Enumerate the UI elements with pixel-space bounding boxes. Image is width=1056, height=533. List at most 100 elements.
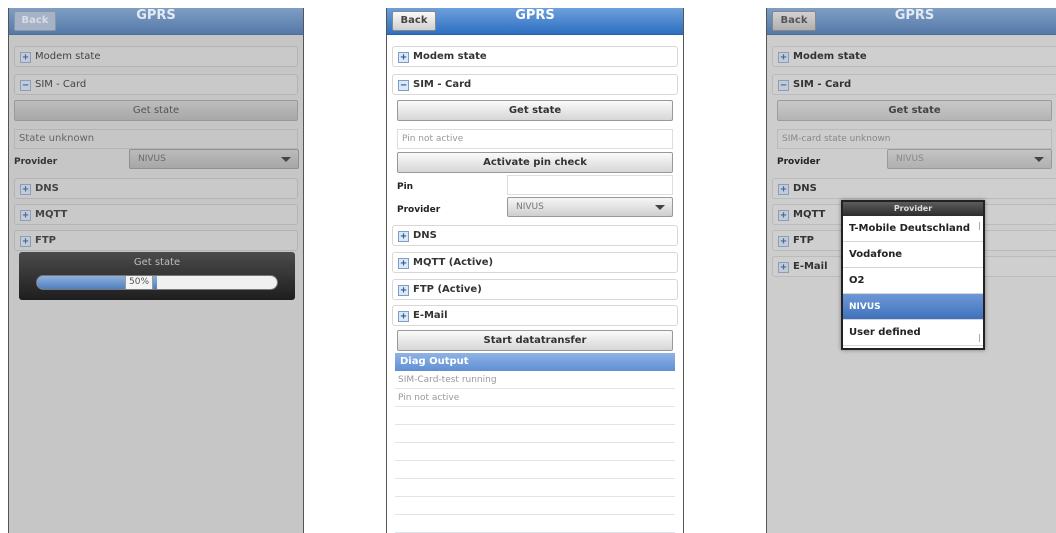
provider-select[interactable]: NIVUS (507, 197, 673, 217)
section-label: Modem state (413, 51, 487, 62)
scrollbar-top (979, 222, 980, 230)
gprs-screen-loading: Back GPRS + Modem state − SIM - Card Get s… (8, 8, 304, 533)
section-label: FTP (793, 235, 814, 246)
scrollbar-bottom (979, 334, 980, 342)
section-modem-state[interactable]: + Modem state (14, 46, 298, 67)
expand-icon: + (20, 184, 31, 195)
page-title: GPRS (515, 8, 555, 23)
section-label: Modem state (793, 51, 867, 62)
pin-label: Pin (397, 182, 414, 192)
get-state-button[interactable]: Get state (14, 100, 298, 121)
section-mqtt[interactable]: + MQTT (Active) (392, 252, 678, 273)
progress-title: Get state (133, 257, 181, 268)
diag-output-header: Diag Output (395, 353, 675, 371)
popup-option[interactable]: Vodafone (843, 242, 983, 268)
section-email[interactable]: + E-Mail (392, 305, 678, 326)
expand-icon: + (398, 258, 409, 269)
provider-label: Provider (397, 205, 441, 215)
pin-status-text: Pin not active (397, 129, 673, 149)
popup-option-selected[interactable]: NIVUS (843, 294, 983, 320)
sim-state-text: SIM-card state unknown (777, 129, 1052, 149)
section-label: Modem state (35, 51, 101, 62)
expand-icon: + (20, 236, 31, 247)
expand-icon: + (778, 236, 789, 247)
section-sim-card[interactable]: − SIM - Card (14, 74, 298, 95)
section-label: FTP (35, 235, 56, 246)
state-text: State unknown (14, 129, 298, 149)
collapse-icon: − (398, 80, 409, 91)
section-sim-card[interactable]: − SIM - Card (772, 74, 1056, 95)
popup-option[interactable]: O2 (843, 268, 983, 294)
diag-line: Pin not active (395, 390, 675, 407)
section-ftp[interactable]: + FTP (14, 230, 298, 251)
header-bar: Back GPRS (387, 8, 683, 35)
section-ftp[interactable]: + FTP (Active) (392, 279, 678, 300)
diag-line (395, 498, 675, 515)
section-modem-state[interactable]: + Modem state (392, 46, 678, 67)
expand-icon: + (20, 210, 31, 221)
diag-line (395, 408, 675, 425)
section-label: SIM - Card (793, 79, 852, 90)
section-dns[interactable]: + DNS (772, 178, 1056, 199)
expand-icon: + (778, 52, 789, 63)
diag-line (395, 480, 675, 497)
diag-line (395, 426, 675, 443)
section-mqtt[interactable]: + MQTT (14, 204, 298, 225)
diag-line: SIM-Card-test running (395, 372, 675, 389)
section-label: SIM - Card (35, 79, 87, 90)
collapse-icon: − (778, 80, 789, 91)
provider-select[interactable]: NIVUS (887, 149, 1052, 169)
popup-option[interactable]: T-Mobile Deutschland (843, 216, 983, 242)
diag-line (395, 516, 675, 533)
section-label: DNS (413, 230, 437, 241)
diag-line (395, 462, 675, 479)
get-state-button[interactable]: Get state (777, 100, 1052, 121)
provider-value: NIVUS (516, 202, 544, 212)
section-dns[interactable]: + DNS (392, 225, 678, 246)
provider-select[interactable]: NIVUS (129, 149, 299, 169)
expand-icon: + (398, 311, 409, 322)
diag-line (395, 444, 675, 461)
popup-title: Provider (843, 202, 983, 216)
provider-label: Provider (777, 157, 821, 167)
progress-label: 50% (125, 276, 154, 289)
expand-icon: + (778, 262, 789, 273)
section-label: MQTT (35, 209, 68, 220)
section-label: E-Mail (793, 261, 828, 272)
provider-value: NIVUS (138, 154, 166, 164)
section-label: DNS (793, 183, 817, 194)
pin-input[interactable] (507, 175, 673, 195)
gprs-screen-provider-popup: Back GPRS + Modem state − SIM - Card Get s… (766, 8, 1056, 533)
popup-option[interactable]: User defined (843, 320, 983, 346)
progress-dialog: Get state 50% (19, 252, 295, 300)
chevron-down-icon (1034, 157, 1044, 162)
provider-label: Provider (14, 157, 58, 167)
section-label: FTP (Active) (413, 284, 482, 295)
gprs-screen-sim-card: Back GPRS + Modem state − SIM - Card Get s… (386, 8, 684, 533)
expand-icon: + (20, 52, 31, 63)
provider-value: NIVUS (896, 154, 924, 164)
start-datatransfer-button[interactable]: Start datatransfer (397, 330, 673, 351)
section-sim-card[interactable]: − SIM - Card (392, 74, 678, 95)
header-bar: Back GPRS (9, 8, 303, 35)
expand-icon: + (778, 184, 789, 195)
section-modem-state[interactable]: + Modem state (772, 46, 1056, 67)
section-label: SIM - Card (413, 79, 472, 90)
header-bar: Back GPRS (767, 8, 1056, 35)
section-label: MQTT (793, 209, 826, 220)
section-dns[interactable]: + DNS (14, 178, 298, 199)
provider-popup: Provider T-Mobile Deutschland Vodafone O… (841, 200, 985, 350)
expand-icon: + (778, 210, 789, 221)
page-title: GPRS (136, 8, 176, 23)
chevron-down-icon (655, 205, 665, 210)
collapse-icon: − (20, 80, 31, 91)
page-title: GPRS (894, 8, 935, 23)
expand-icon: + (398, 231, 409, 242)
section-label: DNS (35, 183, 59, 194)
activate-pin-button[interactable]: Activate pin check (397, 152, 673, 173)
expand-icon: + (398, 285, 409, 296)
get-state-button[interactable]: Get state (397, 100, 673, 121)
progress-bar: 50% (36, 275, 278, 290)
expand-icon: + (398, 52, 409, 63)
chevron-down-icon (281, 157, 291, 162)
